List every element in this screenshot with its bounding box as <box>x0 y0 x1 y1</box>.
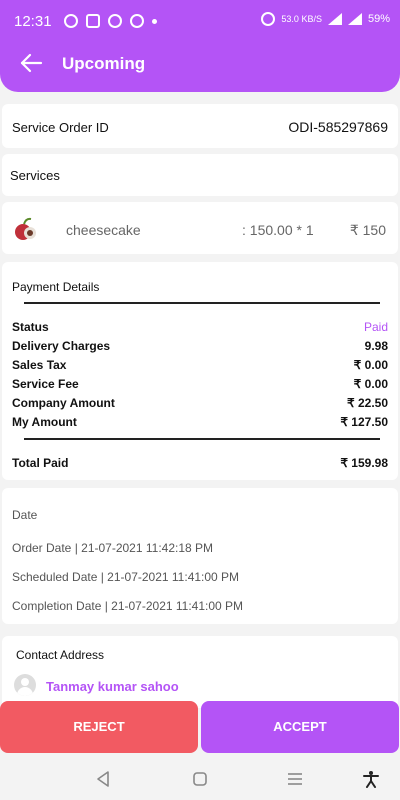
service-item: cheesecake : 150.00 * 1 ₹ 150 <box>2 202 398 254</box>
message-icon <box>86 14 100 28</box>
divider <box>24 438 380 440</box>
dates-card: Date Order Date | 21-07-2021 11:42:18 PM… <box>2 488 398 624</box>
nav-recents-icon[interactable] <box>286 770 304 788</box>
nav-back-icon[interactable] <box>94 770 112 788</box>
order-id-label: Service Order ID <box>12 120 109 135</box>
signal-icon <box>327 13 342 25</box>
contact-name[interactable]: Tanmay kumar sahoo <box>46 679 179 694</box>
system-icons: 53.0 KB/S 59% <box>261 12 390 26</box>
order-date: Order Date | 21-07-2021 11:42:18 PM <box>12 541 214 555</box>
app-notification-icon <box>130 14 144 28</box>
payment-details-title: Payment Details <box>12 280 100 294</box>
contact-card: Contact Address Tanmay kumar sahoo <box>2 636 398 708</box>
status-time: 12:31 <box>14 13 52 30</box>
status-badge: Paid <box>363 320 388 334</box>
signal-icon-2 <box>347 13 362 25</box>
notification-icons <box>64 14 157 28</box>
services-title: Services <box>10 168 60 183</box>
completion-date: Completion Date | 21-07-2021 11:41:00 PM <box>12 599 244 613</box>
divider <box>24 302 380 304</box>
services-card: Services <box>2 154 398 196</box>
lychee-icon <box>15 217 36 240</box>
alarm-icon <box>261 12 276 26</box>
scheduled-date: Scheduled Date | 21-07-2021 11:41:00 PM <box>12 570 240 584</box>
contact-title: Contact Address <box>16 648 105 662</box>
service-item-name: cheesecake <box>66 222 141 238</box>
nav-home-icon[interactable] <box>191 770 209 788</box>
payment-row-sales-tax: Sales Tax ₹ 0.00 <box>12 358 388 372</box>
battery-level: 59% <box>367 13 390 25</box>
order-id-value: ODI-585297869 <box>288 119 388 135</box>
avatar <box>14 674 36 696</box>
payment-row-service-fee: Service Fee ₹ 0.00 <box>12 377 388 391</box>
total-paid-row: Total Paid ₹ 159.98 <box>12 456 388 470</box>
payment-row-company: Company Amount ₹ 22.50 <box>12 396 388 410</box>
date-title: Date <box>12 508 38 522</box>
pinwheel-icon <box>108 14 122 28</box>
arrow-left-icon[interactable] <box>18 50 44 76</box>
more-notifications-icon <box>152 18 157 24</box>
avatar-body <box>17 687 33 696</box>
avatar-head <box>21 678 29 686</box>
order-id-card: Service Order ID ODI-585297869 <box>2 104 398 148</box>
system-nav-bar <box>0 758 400 800</box>
reject-button[interactable]: REJECT <box>0 701 198 753</box>
payment-row-status: Status Paid <box>12 320 388 334</box>
page-title: Upcoming <box>62 54 146 73</box>
whatsapp-icon <box>64 14 78 28</box>
payment-row-my-amount: My Amount ₹ 127.50 <box>12 415 388 429</box>
accept-button[interactable]: ACCEPT <box>201 701 399 753</box>
payment-details-card: Payment Details Status Paid Delivery Cha… <box>2 262 398 480</box>
service-item-price: ₹ 150 <box>349 222 386 238</box>
payment-row-delivery: Delivery Charges 9.98 <box>12 339 388 353</box>
net-speed: 53.0 KB/S <box>281 14 322 24</box>
service-item-qty: : 150.00 * 1 <box>242 222 314 238</box>
accessibility-icon[interactable] <box>362 770 380 788</box>
app-header: Upcoming <box>0 34 400 92</box>
